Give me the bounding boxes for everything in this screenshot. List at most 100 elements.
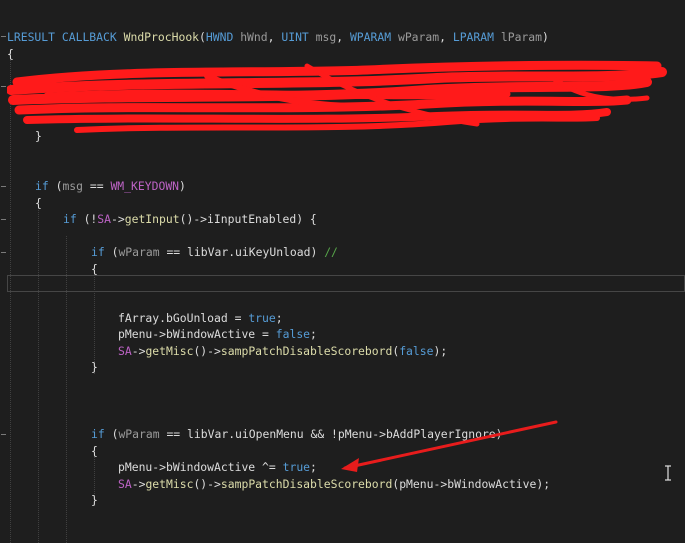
code-token: UINT (281, 30, 309, 44)
code-token: fArray (118, 311, 160, 325)
code-token: uiOpenMenu (235, 427, 304, 441)
code-token: -> (433, 477, 448, 491)
code-token: -> (131, 344, 146, 358)
code-token: } (91, 360, 98, 374)
code-token: (! (76, 212, 98, 226)
code-token: ^= (255, 460, 283, 474)
code-token: WM_KEYDOWN (110, 179, 180, 193)
fold-marker[interactable] (1, 86, 6, 90)
code-token: if (35, 179, 49, 193)
code-token: ()-> (179, 212, 208, 226)
code-token: , (267, 30, 282, 44)
code-token: ()-> (193, 477, 221, 491)
code-token: getMisc (145, 477, 194, 491)
code-line[interactable]: SA->getMisc()->sampPatchDisableScorebord… (118, 343, 447, 360)
code-token: == (83, 179, 111, 193)
code-line[interactable]: pMenu->bWindowActive = false; (118, 326, 317, 343)
code-token: libVar (187, 245, 229, 259)
code-token: ( (199, 30, 206, 44)
code-token: wParam (118, 427, 160, 441)
code-token: { (91, 444, 98, 458)
code-token: LRESULT (7, 30, 56, 44)
code-token: == (159, 427, 188, 441)
code-token: HWND (205, 30, 234, 44)
code-line[interactable]: if (!SA->getInput()->iInputEnabled) { (63, 211, 317, 228)
code-editor[interactable]: LRESULT CALLBACK WndProcHook(HWND hWnd, … (7, 0, 685, 543)
code-token: bWindowActive (166, 460, 256, 474)
code-line[interactable]: pMenu->bWindowActive ^= true; (118, 459, 317, 476)
code-token: ) (179, 179, 186, 193)
code-token: if (91, 427, 105, 441)
code-token: } (91, 493, 98, 507)
code-line[interactable]: } (91, 359, 98, 376)
code-token: SA (97, 212, 112, 226)
code-token: msg (62, 179, 84, 193)
code-line[interactable]: if (msg == WM_KEYDOWN) (35, 178, 186, 195)
code-token: ) (542, 30, 549, 44)
code-line[interactable]: { (91, 443, 98, 460)
code-token: , (439, 30, 453, 44)
code-token: == (159, 245, 188, 259)
code-token: ()-> (193, 344, 221, 358)
code-token: bWindowActive (166, 327, 256, 341)
code-token: ; (310, 460, 317, 474)
fold-marker[interactable] (1, 36, 6, 40)
editor-gutter (0, 0, 7, 543)
redaction-scribble (7, 60, 667, 133)
code-comment: // (324, 245, 338, 259)
code-token: msg (315, 30, 337, 44)
code-line[interactable]: } (91, 492, 98, 509)
code-token: ( (48, 179, 63, 193)
code-token: ) (310, 245, 325, 259)
code-token: ( (104, 427, 119, 441)
code-token: uiKeyUnload (235, 245, 311, 259)
code-token: getInput (124, 212, 180, 226)
annotation-arrow (341, 420, 558, 472)
code-token: ); (433, 344, 448, 358)
code-line[interactable]: LRESULT CALLBACK WndProcHook(HWND hWnd, … (7, 29, 549, 46)
code-token: sampPatchDisableScorebord (220, 344, 393, 358)
code-token: -> (152, 460, 167, 474)
code-token: && ! (303, 427, 338, 441)
code-token: true (282, 460, 311, 474)
code-token: -> (111, 212, 125, 226)
fold-marker[interactable] (1, 434, 6, 438)
code-token: ) { (296, 212, 317, 226)
code-token: hWnd (240, 30, 268, 44)
code-token: pMenu (399, 477, 434, 491)
code-token: bGoUnload (166, 311, 228, 325)
code-token: { (91, 262, 98, 276)
code-token: { (35, 196, 42, 210)
code-token: bWindowActive (447, 477, 537, 491)
code-token: , (336, 30, 350, 44)
fold-marker[interactable] (1, 219, 6, 223)
code-line[interactable]: SA->getMisc()->sampPatchDisableScorebord… (118, 476, 550, 493)
code-token: wParam (118, 245, 160, 259)
fold-marker[interactable] (1, 252, 6, 256)
code-line[interactable]: fArray.bGoUnload = true; (118, 310, 283, 327)
fold-marker[interactable] (1, 186, 6, 190)
code-token: = (255, 327, 276, 341)
code-token: WndProcHook (123, 30, 200, 44)
current-line-highlight (7, 275, 685, 292)
code-token: -> (131, 477, 146, 491)
code-token: CALLBACK (61, 30, 117, 44)
code-token: true (248, 311, 276, 325)
code-token: if (91, 245, 105, 259)
code-token: iInputEnabled (207, 212, 297, 226)
code-line[interactable]: { (35, 195, 42, 212)
code-line[interactable]: { (91, 261, 98, 278)
code-line[interactable]: if (wParam == libVar.uiKeyUnload) // (91, 244, 338, 261)
code-token: pMenu (118, 327, 153, 341)
text-cursor-icon (665, 465, 671, 481)
code-token: SA (118, 477, 132, 491)
code-token: wParam (397, 30, 440, 44)
code-token: if (63, 212, 77, 226)
code-token: = (227, 311, 249, 325)
code-token: . (159, 311, 167, 325)
code-token: false (399, 344, 434, 358)
